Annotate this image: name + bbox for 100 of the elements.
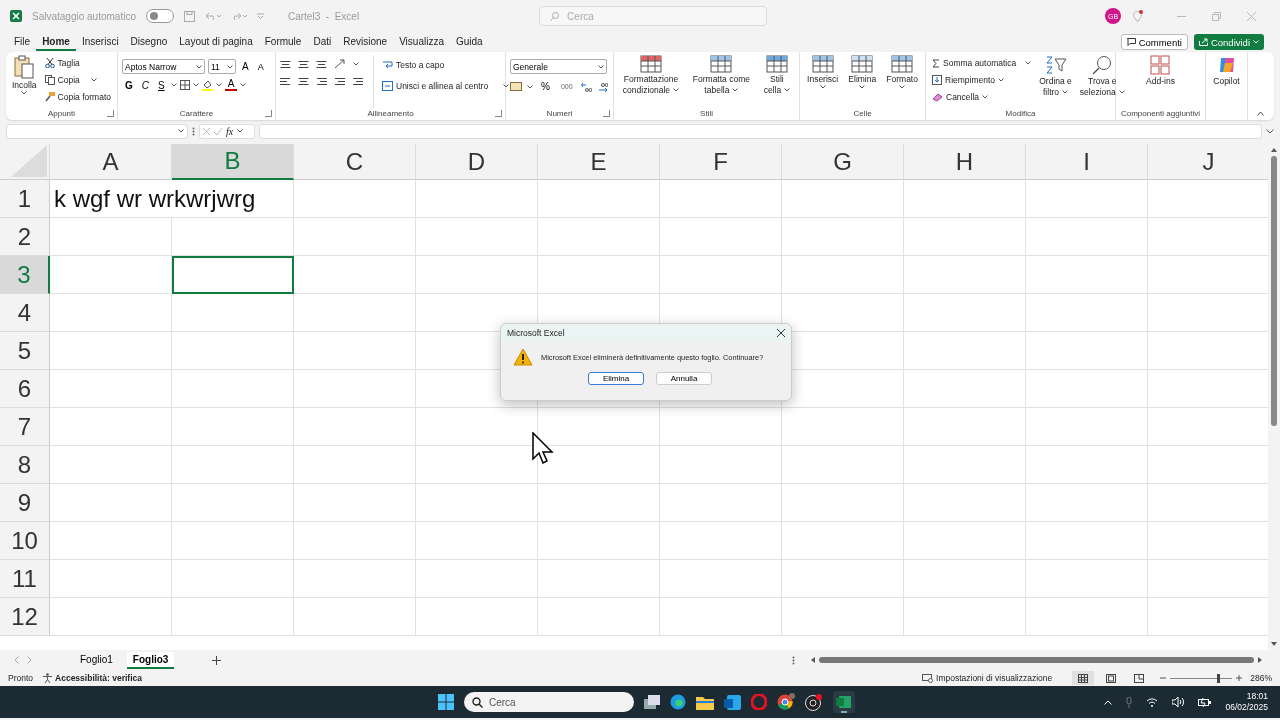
launcher-icon[interactable] (265, 110, 272, 117)
grid-cell[interactable] (416, 598, 538, 636)
grid-cell[interactable] (782, 256, 904, 294)
grid-cell[interactable] (1026, 484, 1148, 522)
grid-cell[interactable] (172, 598, 294, 636)
name-box[interactable] (6, 123, 188, 139)
grid-cell[interactable] (294, 218, 416, 256)
grid-cell[interactable] (904, 408, 1026, 446)
row-header[interactable]: 6 (0, 370, 50, 408)
column-header[interactable]: F (660, 144, 782, 180)
format-cells-button[interactable]: Formato (884, 55, 920, 108)
row-header[interactable]: 1 (0, 180, 50, 218)
grid-cell[interactable] (416, 522, 538, 560)
zoom-in-icon[interactable] (1236, 675, 1243, 681)
grid-cell[interactable] (1026, 446, 1148, 484)
save-icon[interactable] (183, 10, 195, 22)
column-header[interactable]: J (1148, 144, 1268, 180)
dialog-button[interactable]: Annulla (656, 372, 712, 385)
font-color-button[interactable]: A (224, 79, 238, 91)
underline-button[interactable]: S (155, 79, 168, 91)
insert-cells-button[interactable]: Inserisci (805, 55, 841, 108)
format-as-table-button[interactable]: Formatta come tabella (690, 55, 752, 108)
delete-cells-button[interactable]: Elimina (846, 55, 879, 108)
row-header[interactable]: 4 (0, 294, 50, 332)
collapse-ribbon-icon[interactable] (1257, 111, 1264, 116)
grid-cell[interactable] (538, 560, 660, 598)
grid-cell[interactable] (538, 598, 660, 636)
column-header[interactable]: I (1026, 144, 1148, 180)
browser-icon[interactable] (777, 693, 795, 711)
zoom-reading[interactable]: 286% (1250, 673, 1272, 683)
column-header[interactable]: B (172, 144, 294, 180)
conditional-formatting-button[interactable]: Formattazione condizionale (620, 55, 682, 108)
grid-cell[interactable] (294, 522, 416, 560)
formula-controls[interactable]: fx (199, 123, 255, 139)
grid-cell[interactable] (904, 332, 1026, 370)
grid-cell[interactable] (1026, 256, 1148, 294)
zoom-out-icon[interactable] (1160, 675, 1167, 681)
sheet-tab[interactable]: Foglio3 (126, 651, 175, 669)
next-sheet-icon[interactable] (27, 656, 32, 664)
row-header[interactable]: 10 (0, 522, 50, 560)
italic-button[interactable]: C (138, 79, 152, 91)
windows-logo-icon[interactable] (438, 694, 454, 710)
launcher-icon[interactable] (603, 110, 610, 117)
grid-cell[interactable] (660, 408, 782, 446)
row-header[interactable]: 5 (0, 332, 50, 370)
grid-cell[interactable] (1026, 218, 1148, 256)
grid-cell[interactable] (782, 484, 904, 522)
dialog-button[interactable]: Elimina (588, 372, 644, 385)
grid-cell[interactable] (172, 522, 294, 560)
decrease-decimal-icon[interactable] (596, 81, 608, 92)
row-header[interactable]: 2 (0, 218, 50, 256)
speaker-icon[interactable] (1172, 697, 1185, 707)
currency-icon[interactable] (510, 82, 522, 91)
grid-cell[interactable] (1026, 370, 1148, 408)
fill-color-icon[interactable] (201, 79, 213, 91)
grid-cell[interactable] (50, 256, 172, 294)
grid-cell[interactable] (294, 332, 416, 370)
fill-button[interactable]: Riempimento (930, 72, 1034, 88)
grid-cell[interactable] (50, 446, 172, 484)
grid-cell[interactable] (1026, 598, 1148, 636)
grid-cell[interactable] (660, 180, 782, 218)
windows-stack-icon[interactable] (644, 695, 660, 709)
add-sheet-icon[interactable] (212, 655, 222, 665)
grid-cell[interactable] (904, 484, 1026, 522)
row-header[interactable]: 12 (0, 598, 50, 636)
number-format-field[interactable]: Generale (510, 59, 607, 74)
menu-tab[interactable]: Home (36, 33, 76, 51)
row-header[interactable]: 9 (0, 484, 50, 522)
clear-button[interactable]: Cancella (930, 89, 1034, 105)
grid-cell[interactable] (538, 256, 660, 294)
add-ins-button[interactable]: Add-ins (1144, 55, 1177, 108)
grid-cell[interactable] (294, 408, 416, 446)
menu-tab[interactable]: Visualizza (393, 33, 450, 51)
grid-cell[interactable] (416, 484, 538, 522)
display-settings-link[interactable]: Impostazioni di visualizzazione (936, 673, 1053, 683)
expand-icon[interactable] (1266, 128, 1274, 134)
grid-cell[interactable] (294, 560, 416, 598)
launcher-icon[interactable] (495, 110, 502, 117)
select-all-corner[interactable] (0, 144, 50, 180)
grid-cell[interactable] (50, 332, 172, 370)
paste-button[interactable]: Incolla (10, 55, 39, 108)
grid-cell[interactable] (172, 218, 294, 256)
undo-icon[interactable] (204, 11, 221, 21)
grow-font-button[interactable]: A (239, 61, 252, 72)
browser-icon[interactable] (670, 694, 686, 710)
grid-cell[interactable] (416, 560, 538, 598)
grid-cell[interactable] (660, 598, 782, 636)
grid-cell[interactable] (1026, 332, 1148, 370)
horizontal-scrollbar[interactable] (792, 655, 1262, 665)
formula-input[interactable] (259, 123, 1262, 139)
column-header[interactable]: E (538, 144, 660, 180)
menu-tab[interactable]: Dati (307, 33, 338, 51)
zoom-thumb[interactable] (1217, 673, 1220, 683)
grid-cell[interactable] (660, 446, 782, 484)
restore-icon[interactable] (1212, 11, 1221, 21)
menu-tab[interactable]: Disegno (124, 33, 174, 51)
grid-cell[interactable] (294, 294, 416, 332)
grid-cell[interactable] (538, 218, 660, 256)
grid-cell[interactable] (782, 408, 904, 446)
previous-sheet-icon[interactable] (14, 656, 19, 664)
